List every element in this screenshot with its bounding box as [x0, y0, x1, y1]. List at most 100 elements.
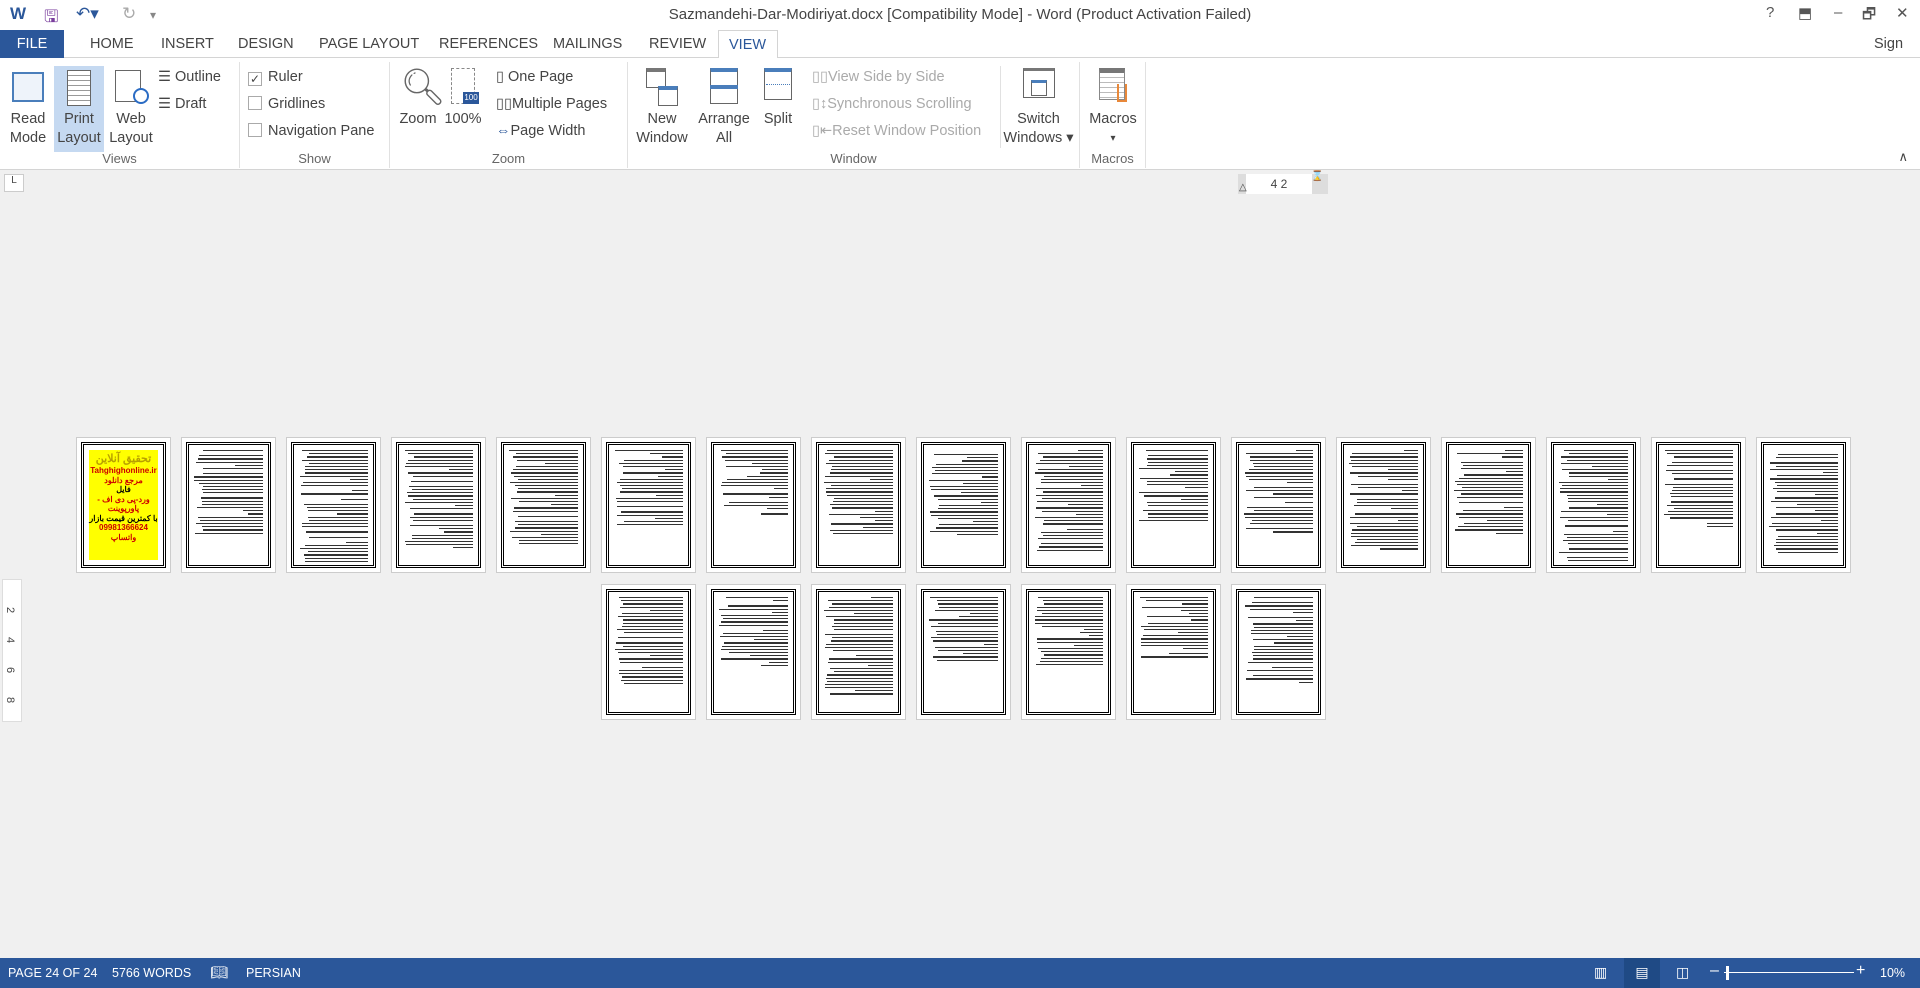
page-border: [921, 589, 1006, 715]
zoom-100-button[interactable]: 100 100%: [442, 66, 484, 129]
tab-design[interactable]: DESIGN: [228, 30, 304, 58]
page-border: [1026, 442, 1111, 568]
language-indicator[interactable]: PERSIAN: [246, 966, 301, 980]
tab-page-layout[interactable]: PAGE LAYOUT: [309, 30, 429, 58]
tab-home[interactable]: HOME: [80, 30, 144, 58]
page-thumbnail[interactable]: [1231, 584, 1326, 720]
ruler-checkbox[interactable]: ✓ Ruler: [248, 66, 303, 88]
zoom-slider[interactable]: [1724, 972, 1854, 973]
read-mode-view-icon[interactable]: ▥: [1594, 964, 1607, 981]
page-border: [1551, 442, 1636, 568]
page-icon: [61, 66, 97, 108]
page-thumbnail[interactable]: [286, 437, 381, 573]
zoom-level[interactable]: 10%: [1880, 966, 1905, 980]
navigation-pane-checkbox[interactable]: Navigation Pane: [248, 120, 374, 142]
macros-button[interactable]: Macros ▾: [1084, 66, 1142, 148]
zoom-slider-thumb[interactable]: [1726, 966, 1729, 980]
tab-selector-button[interactable]: L: [4, 174, 24, 192]
help-icon[interactable]: ?: [1766, 4, 1774, 21]
zoom-in-button[interactable]: +: [1856, 962, 1865, 980]
macros-icon: [1095, 66, 1131, 108]
tab-file[interactable]: FILE: [0, 30, 64, 58]
horizontal-ruler[interactable]: 4 2 △ ⌛: [1238, 172, 1328, 194]
ribbon-tabs: FILE HOME INSERT DESIGN PAGE LAYOUT REFE…: [0, 30, 1920, 80]
proofing-icon[interactable]: 📖︎: [210, 964, 228, 981]
arrange-all-button[interactable]: Arrange All: [696, 66, 752, 148]
new-window-button[interactable]: New Window: [632, 66, 692, 148]
indent-marker-icon[interactable]: △: [1239, 182, 1247, 193]
draft-button[interactable]: ☰ Draft: [158, 93, 206, 115]
reset-window-position-button[interactable]: ▯⇤Reset Window Position: [812, 120, 981, 142]
window-group-label: Window: [830, 151, 877, 166]
zoom-button[interactable]: 🔍︎ Zoom: [396, 66, 446, 129]
restore-icon[interactable]: 🗗: [1862, 4, 1876, 29]
tab-insert[interactable]: INSERT: [151, 30, 224, 58]
page-thumbnail[interactable]: [1546, 437, 1641, 573]
page-thumbnail[interactable]: [706, 437, 801, 573]
minimize-icon[interactable]: –: [1834, 4, 1842, 21]
page-thumbnail[interactable]: [811, 584, 906, 720]
page-width-button[interactable]: ⇔Page Width: [496, 120, 585, 142]
checkbox-icon: [248, 123, 262, 137]
page-thumbnail[interactable]: [1126, 437, 1221, 573]
print-layout-view-icon[interactable]: ▤: [1624, 958, 1660, 988]
page-border: [711, 589, 796, 715]
page-thumbnail[interactable]: [1441, 437, 1536, 573]
page-thumbnail[interactable]: تحقیق آنلاین Tahghighonline.ir مرجع دانلود…: [76, 437, 171, 573]
page-thumbnail[interactable]: [496, 437, 591, 573]
page-thumbnail[interactable]: [1231, 437, 1326, 573]
page-thumbnail[interactable]: [916, 584, 1011, 720]
page-thumbnail[interactable]: [916, 437, 1011, 573]
window-group: New Window Arrange All Split ▯▯View Side b…: [628, 62, 1080, 168]
web-layout-button[interactable]: Web Layout: [106, 66, 156, 148]
vertical-ruler[interactable]: 2 4 6 8: [2, 579, 22, 722]
page-border: [921, 442, 1006, 568]
magnifier-icon: 🔍︎: [400, 66, 446, 107]
print-layout-button[interactable]: Print Layout: [54, 66, 104, 152]
page-indicator[interactable]: PAGE 24 OF 24: [8, 966, 97, 980]
read-mode-button[interactable]: Read Mode: [4, 66, 52, 148]
synchronous-scrolling-button[interactable]: ▯↕Synchronous Scrolling: [812, 93, 972, 115]
page-thumbnail[interactable]: [1336, 437, 1431, 573]
page-thumbnail[interactable]: [1021, 437, 1116, 573]
tab-references[interactable]: REFERENCES: [429, 30, 548, 58]
book-icon: [10, 66, 46, 108]
outline-button[interactable]: ☰ Outline: [158, 66, 221, 88]
web-layout-view-icon[interactable]: ◫: [1676, 964, 1689, 981]
tab-mailings[interactable]: MAILINGS: [543, 30, 632, 58]
page-thumbnail[interactable]: [391, 437, 486, 573]
multiple-pages-icon: ▯▯: [496, 96, 512, 112]
close-icon[interactable]: ✕: [1896, 4, 1909, 22]
show-group-label: Show: [298, 151, 331, 166]
right-indent-marker-icon[interactable]: ⌛: [1311, 172, 1323, 182]
multiple-pages-button[interactable]: ▯▯Multiple Pages: [496, 93, 607, 115]
document-area[interactable]: 2 4 6 8 تحقیق آنلاین Tahghighonline.ir مرج…: [0, 204, 1920, 958]
page-thumbnail[interactable]: [1651, 437, 1746, 573]
page-border: [1761, 442, 1846, 568]
page-thumbnail[interactable]: [1126, 584, 1221, 720]
page-thumbnail[interactable]: [1021, 584, 1116, 720]
page-thumbnail[interactable]: [601, 437, 696, 573]
page-thumbnail[interactable]: [1756, 437, 1851, 573]
page-border: [1341, 442, 1426, 568]
view-side-by-side-button[interactable]: ▯▯View Side by Side: [812, 66, 945, 88]
ribbon-display-icon[interactable]: ⬒: [1798, 4, 1812, 22]
zoom-out-button[interactable]: –: [1710, 962, 1719, 980]
title-bar: W 🖫 ↶▾ ↻ ▾ Sazmandehi-Dar-Modiriyat.docx…: [0, 0, 1920, 30]
gridlines-checkbox[interactable]: Gridlines: [248, 93, 325, 115]
one-page-button[interactable]: ▯ One Page: [496, 66, 573, 88]
page-thumbnail[interactable]: [181, 437, 276, 573]
tab-review[interactable]: REVIEW: [639, 30, 716, 58]
page-border: [186, 442, 271, 568]
page-thumbnail[interactable]: [811, 437, 906, 573]
word-count[interactable]: 5766 WORDS: [112, 966, 191, 980]
collapse-ribbon-icon[interactable]: ∧: [1898, 149, 1908, 165]
split-button[interactable]: Split: [756, 66, 800, 129]
switch-windows-button[interactable]: Switch Windows ▾: [1000, 66, 1076, 148]
page-border: [1131, 442, 1216, 568]
tab-view[interactable]: VIEW: [718, 30, 778, 59]
globe-page-icon: [113, 66, 149, 108]
page-thumbnail[interactable]: [601, 584, 696, 720]
page-thumbnail[interactable]: [706, 584, 801, 720]
sign-in-link[interactable]: Sign in: [1864, 30, 1920, 80]
